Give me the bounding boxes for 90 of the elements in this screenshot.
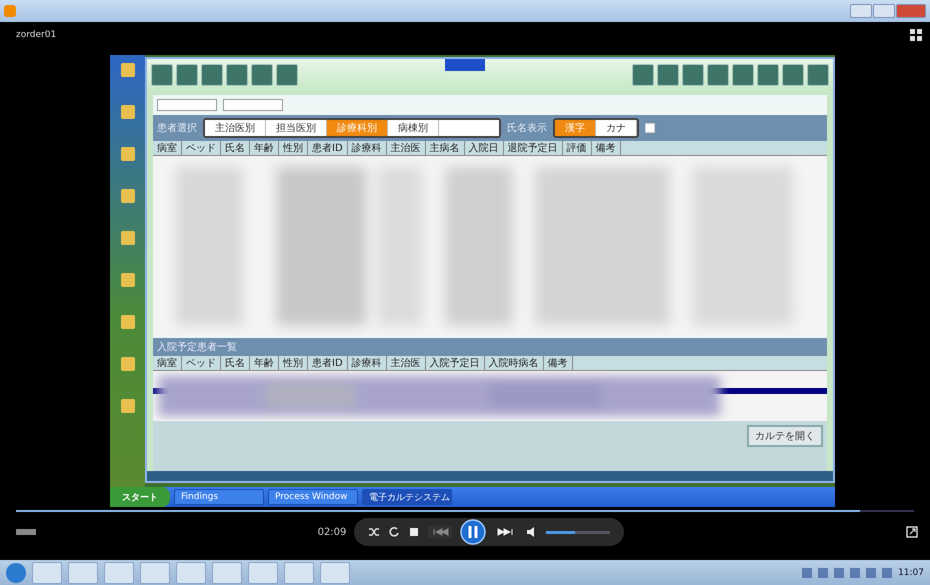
previous-icon[interactable] (428, 526, 452, 538)
taskbar-icon[interactable] (104, 562, 134, 584)
column-header[interactable]: 氏名 (221, 141, 250, 155)
column-header[interactable]: 診療科 (348, 141, 387, 155)
maximize-button[interactable] (873, 4, 895, 18)
taskbar-icon[interactable] (248, 562, 278, 584)
clock: 11:07 (898, 568, 924, 578)
toolbar-button[interactable] (682, 64, 704, 86)
tray-icon[interactable] (882, 568, 892, 578)
start-button[interactable]: スタート (110, 487, 170, 507)
column-header[interactable]: 備考 (544, 356, 573, 370)
toolbar-button[interactable] (176, 64, 198, 86)
toolbar-button[interactable] (226, 64, 248, 86)
player-icon (4, 5, 16, 17)
repeat-icon[interactable] (388, 526, 400, 538)
column-header[interactable]: 病室 (153, 356, 182, 370)
toolbar-button[interactable] (632, 64, 654, 86)
column-header[interactable]: 主治医 (386, 141, 426, 155)
taskbar-icon[interactable] (320, 562, 350, 584)
taskbar-icon[interactable] (68, 562, 98, 584)
column-header[interactable]: 備考 (592, 141, 621, 155)
toolbar-button[interactable] (757, 64, 779, 86)
open-chart-button[interactable]: カルテを開く (747, 425, 823, 447)
column-header[interactable]: 主治医 (386, 356, 426, 370)
toolbar-button[interactable] (251, 64, 273, 86)
taskbar-item[interactable]: Findings (174, 489, 264, 505)
taskbar-icon[interactable] (140, 562, 170, 584)
toolbar-button[interactable] (707, 64, 729, 86)
file-name: zorder01 (16, 30, 56, 40)
column-header[interactable]: 入院日 (464, 141, 504, 155)
toolbar-button[interactable] (732, 64, 754, 86)
input-field[interactable] (223, 99, 283, 111)
column-header[interactable]: 退院予定日 (504, 141, 563, 155)
column-header[interactable]: 患者ID (308, 356, 348, 370)
toolbar-button[interactable] (807, 64, 829, 86)
input-field[interactable] (157, 99, 217, 111)
tray-icon[interactable] (818, 568, 828, 578)
desktop-icon (120, 189, 134, 203)
column-header[interactable]: 年齢 (250, 356, 279, 370)
select-label: 患者選択 (157, 122, 197, 135)
tray-icon[interactable] (866, 568, 876, 578)
desktop-icon (120, 315, 134, 329)
column-header[interactable]: 性別 (279, 356, 308, 370)
column-header[interactable]: ベッド (182, 356, 221, 370)
desktop-icon (120, 357, 134, 371)
taskbar-item[interactable]: 電子カルテシステム (362, 489, 452, 505)
volume-slider[interactable] (546, 530, 610, 534)
toolbar-button[interactable] (276, 64, 298, 86)
toolbar-button[interactable] (782, 64, 804, 86)
stop-icon[interactable] (408, 526, 420, 538)
tray-icon[interactable] (850, 568, 860, 578)
column-header[interactable]: 入院時病名 (484, 356, 544, 370)
pause-button[interactable] (460, 519, 486, 545)
tray-icon[interactable] (802, 568, 812, 578)
column-header[interactable]: 診療科 (348, 356, 387, 370)
taskbar-icon[interactable] (176, 562, 206, 584)
column-header[interactable]: 主病名 (426, 141, 465, 155)
elapsed-time: 02:09 (318, 526, 346, 538)
toolbar-button[interactable] (151, 64, 173, 86)
tab[interactable]: 主治医別 (205, 120, 266, 136)
display-label: 氏名表示 (507, 122, 547, 135)
desktop-icon (120, 399, 134, 413)
tray-icon[interactable] (834, 568, 844, 578)
column-header[interactable]: 性別 (279, 141, 308, 155)
desktop-icon (120, 273, 134, 287)
column-header[interactable]: 入院予定日 (426, 356, 485, 370)
desktop-icon (120, 105, 134, 119)
desktop-icon (120, 147, 134, 161)
toolbar-button[interactable] (201, 64, 223, 86)
column-header[interactable]: 患者ID (308, 141, 348, 155)
column-header[interactable]: 年齢 (250, 141, 279, 155)
desktop-icon (120, 231, 134, 245)
taskbar-icon[interactable] (284, 562, 314, 584)
column-header[interactable]: 病室 (153, 141, 182, 155)
desktop-icon (120, 63, 134, 77)
shuffle-icon[interactable] (368, 526, 380, 538)
start-orb[interactable] (6, 562, 26, 582)
taskbar-icon[interactable] (32, 562, 62, 584)
column-header[interactable]: ベッド (182, 141, 221, 155)
column-header[interactable]: 氏名 (221, 356, 250, 370)
language-bar (445, 59, 485, 71)
column-header[interactable]: 評価 (562, 141, 592, 155)
switch-view-icon[interactable] (910, 29, 922, 41)
checkbox[interactable] (645, 123, 655, 133)
section-title: 入院予定患者一覧 (153, 338, 827, 356)
taskbar-item[interactable]: Process Window (268, 489, 358, 505)
fullscreen-icon[interactable] (906, 526, 918, 538)
taskbar-icon[interactable] (212, 562, 242, 584)
minimize-button[interactable] (850, 4, 872, 18)
toolbar-button[interactable] (657, 64, 679, 86)
